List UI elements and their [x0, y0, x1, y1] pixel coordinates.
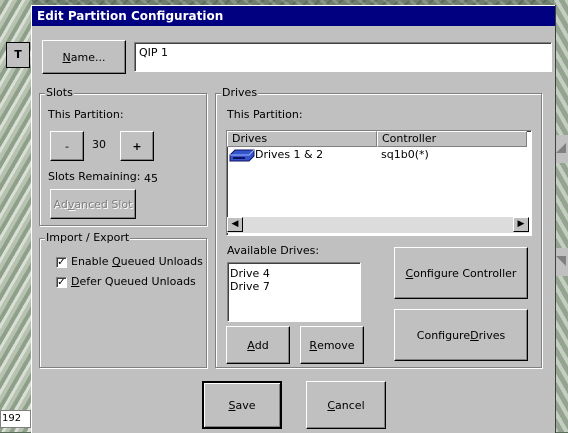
slots-group-label: Slots	[45, 86, 74, 99]
table-row[interactable]: Drives 1 & 2 sq1b0(*)	[227, 147, 527, 163]
slot-increment-button[interactable]: +	[120, 131, 154, 161]
background-tab[interactable]: T	[6, 42, 30, 68]
background-number-field: 192	[0, 410, 31, 428]
import-export-group-label: Import / Export	[45, 231, 131, 244]
enable-queued-unloads-checkbox[interactable]: ✓	[56, 257, 67, 268]
edit-partition-dialog: Edit Partition Configuration Name... QIP…	[31, 5, 555, 433]
scroll-left-icon[interactable]: ◀	[227, 217, 243, 232]
name-button[interactable]: Name...	[42, 40, 126, 74]
drive-name-cell: Drives 1 & 2	[255, 148, 324, 161]
available-drives-label: Available Drives:	[227, 244, 320, 257]
column-header-drives[interactable]: Drives	[227, 131, 377, 147]
available-drives-list[interactable]: Drive 4 Drive 7	[227, 262, 361, 322]
partition-drives-list[interactable]: Drives Controller Drives 1 & 2 sq1b0(*) …	[226, 130, 532, 236]
tape-drive-icon	[229, 148, 255, 165]
configure-controller-button[interactable]: Configure Controller	[394, 247, 528, 299]
import-export-group: Import / Export ✓ Enable Queued Unloads …	[39, 231, 207, 368]
cancel-button[interactable]: Cancel	[306, 381, 386, 429]
defer-queued-unloads-checkbox[interactable]: ✓	[56, 277, 67, 288]
partition-name-field[interactable]: QIP 1	[134, 42, 552, 72]
column-header-controller[interactable]: Controller	[377, 131, 527, 147]
background-window-strip-right	[554, 0, 568, 432]
background-scroll-down-icon[interactable]	[554, 248, 568, 276]
advanced-slot-button[interactable]: Ad v anced Slot	[50, 189, 136, 219]
drives-group-label: Drives	[221, 86, 259, 99]
dialog-title: Edit Partition Configuration	[32, 6, 555, 26]
add-drive-button[interactable]: Add	[226, 326, 290, 364]
slots-this-partition-label: This Partition:	[48, 108, 124, 121]
horizontal-scrollbar[interactable]: ◀ ▶	[227, 217, 529, 233]
enable-queued-unloads-label: Enable Queued Unloads	[71, 255, 203, 268]
configure-drives-button[interactable]: Configure Drives	[394, 309, 528, 361]
slot-count: 30	[92, 138, 106, 151]
slots-remaining-value: 45	[144, 172, 158, 185]
save-button[interactable]: Save	[202, 381, 282, 429]
slots-group: Slots This Partition: - 30 + Slots Remai…	[39, 86, 207, 226]
list-item[interactable]: Drive 7	[230, 280, 270, 293]
drives-this-partition-label: This Partition:	[227, 108, 303, 121]
scroll-right-icon[interactable]: ▶	[513, 217, 529, 232]
list-item[interactable]: Drive 4	[230, 267, 270, 280]
slot-decrement-button[interactable]: -	[50, 131, 84, 161]
remove-drive-button[interactable]: Remove	[300, 326, 364, 364]
defer-queued-unloads-label: Defer Queued Unloads	[71, 275, 196, 288]
background-scroll-up-icon[interactable]	[554, 135, 568, 163]
partition-name-value: QIP 1	[139, 46, 169, 59]
drive-controller-cell: sq1b0(*)	[381, 148, 429, 161]
slots-remaining-label: Slots Remaining:	[48, 170, 141, 183]
drives-group: Drives This Partition: Drives Controller…	[215, 86, 542, 368]
